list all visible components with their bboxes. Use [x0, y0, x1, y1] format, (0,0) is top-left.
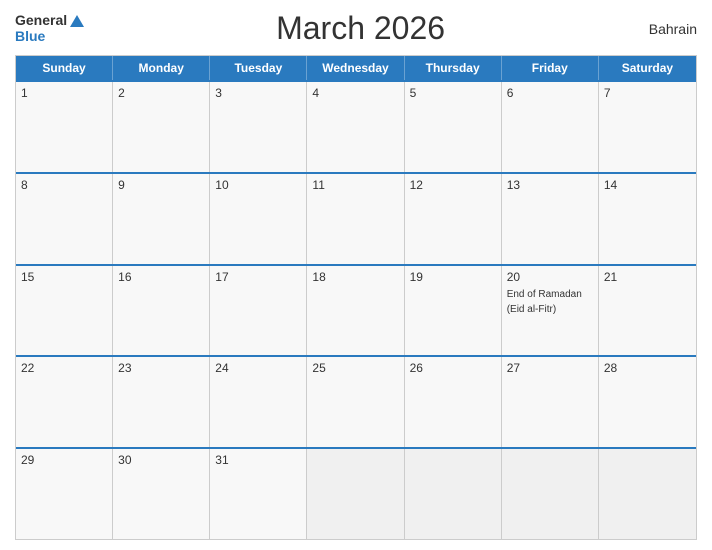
cell-5: 5 — [405, 82, 502, 172]
cell-6: 6 — [502, 82, 599, 172]
cell-9: 9 — [113, 174, 210, 264]
cell-12: 12 — [405, 174, 502, 264]
week-1: 1 2 3 4 5 6 7 — [16, 80, 696, 172]
col-tuesday: Tuesday — [210, 56, 307, 80]
cell-empty-1 — [307, 449, 404, 539]
cell-18: 18 — [307, 266, 404, 356]
cell-15: 15 — [16, 266, 113, 356]
calendar: Sunday Monday Tuesday Wednesday Thursday… — [15, 55, 697, 540]
cell-14: 14 — [599, 174, 696, 264]
cell-23: 23 — [113, 357, 210, 447]
cell-1: 1 — [16, 82, 113, 172]
logo-general-text: General — [15, 13, 67, 28]
cell-20: 20 End of Ramadan (Eid al-Fitr) — [502, 266, 599, 356]
cell-10: 10 — [210, 174, 307, 264]
cell-empty-3 — [502, 449, 599, 539]
cell-16: 16 — [113, 266, 210, 356]
week-5: 29 30 31 — [16, 447, 696, 539]
calendar-body: 1 2 3 4 5 6 7 8 9 10 11 12 13 14 15 16 — [16, 80, 696, 539]
cell-31: 31 — [210, 449, 307, 539]
logo-triangle-icon — [70, 15, 84, 27]
cell-empty-4 — [599, 449, 696, 539]
cell-13: 13 — [502, 174, 599, 264]
col-wednesday: Wednesday — [307, 56, 404, 80]
cell-empty-2 — [405, 449, 502, 539]
logo-blue-text: Blue — [15, 29, 45, 44]
cell-11: 11 — [307, 174, 404, 264]
cell-8: 8 — [16, 174, 113, 264]
cell-27: 27 — [502, 357, 599, 447]
event-eid: End of Ramadan (Eid al-Fitr) — [507, 289, 582, 315]
col-saturday: Saturday — [599, 56, 696, 80]
col-thursday: Thursday — [405, 56, 502, 80]
col-monday: Monday — [113, 56, 210, 80]
calendar-header: Sunday Monday Tuesday Wednesday Thursday… — [16, 56, 696, 80]
cell-24: 24 — [210, 357, 307, 447]
cell-29: 29 — [16, 449, 113, 539]
header: General Blue March 2026 Bahrain — [15, 10, 697, 47]
logo: General Blue — [15, 13, 84, 44]
week-3: 15 16 17 18 19 20 End of Ramadan (Eid al… — [16, 264, 696, 356]
cell-26: 26 — [405, 357, 502, 447]
cell-19: 19 — [405, 266, 502, 356]
cell-28: 28 — [599, 357, 696, 447]
cell-7: 7 — [599, 82, 696, 172]
calendar-title: March 2026 — [84, 10, 637, 47]
country-label: Bahrain — [637, 21, 697, 37]
cell-3: 3 — [210, 82, 307, 172]
cell-2: 2 — [113, 82, 210, 172]
week-2: 8 9 10 11 12 13 14 — [16, 172, 696, 264]
cell-21: 21 — [599, 266, 696, 356]
cell-30: 30 — [113, 449, 210, 539]
col-friday: Friday — [502, 56, 599, 80]
cell-25: 25 — [307, 357, 404, 447]
cell-22: 22 — [16, 357, 113, 447]
col-sunday: Sunday — [16, 56, 113, 80]
cell-4: 4 — [307, 82, 404, 172]
cell-17: 17 — [210, 266, 307, 356]
week-4: 22 23 24 25 26 27 28 — [16, 355, 696, 447]
page: General Blue March 2026 Bahrain Sunday M… — [0, 0, 712, 550]
